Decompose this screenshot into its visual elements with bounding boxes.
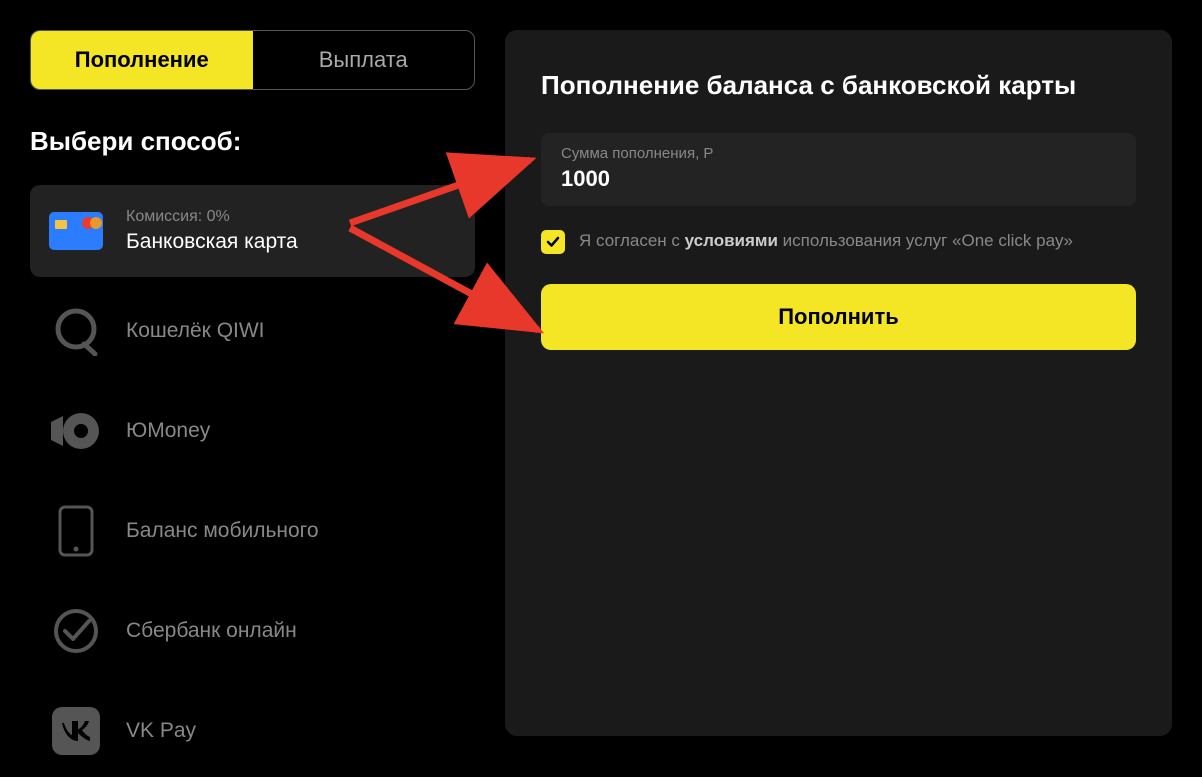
sberbank-icon xyxy=(48,603,104,659)
method-label: Банковская карта xyxy=(126,230,298,254)
method-commission: Комиссия: 0% xyxy=(126,208,298,226)
section-title: Выбери способ: xyxy=(30,126,475,157)
left-panel: Пополнение Выплата Выбери способ: Комисс… xyxy=(30,30,475,736)
panel-title: Пополнение баланса с банковской карты xyxy=(541,70,1136,101)
check-icon xyxy=(545,234,561,250)
tab-deposit[interactable]: Пополнение xyxy=(31,31,253,89)
method-label: Баланс мобильного xyxy=(126,519,319,543)
amount-label: Сумма пополнения, Р xyxy=(561,145,1116,162)
method-bank-card[interactable]: Комиссия: 0% Банковская карта xyxy=(30,185,475,277)
mobile-icon xyxy=(48,503,104,559)
method-list: Комиссия: 0% Банковская карта Кошелёк QI… xyxy=(30,185,475,777)
vk-icon xyxy=(48,703,104,759)
qiwi-icon xyxy=(48,303,104,359)
right-panel: Пополнение баланса с банковской карты Су… xyxy=(505,30,1172,736)
consent-text: Я согласен с условиями использования усл… xyxy=(579,228,1073,254)
submit-button[interactable]: Пополнить xyxy=(541,284,1136,350)
bank-card-icon xyxy=(48,203,104,259)
method-label: Сбербанк онлайн xyxy=(126,619,297,643)
amount-input-wrap[interactable]: Сумма пополнения, Р xyxy=(541,133,1136,206)
method-qiwi[interactable]: Кошелёк QIWI xyxy=(30,285,475,377)
method-sberbank[interactable]: Сбербанк онлайн xyxy=(30,585,475,677)
method-yoomoney[interactable]: ЮMoney xyxy=(30,385,475,477)
method-label: ЮMoney xyxy=(126,419,210,443)
tab-withdraw[interactable]: Выплата xyxy=(253,31,475,89)
yoomoney-icon xyxy=(48,403,104,459)
method-vkpay[interactable]: VK Pay xyxy=(30,685,475,777)
amount-input[interactable] xyxy=(561,166,1116,192)
consent-terms-link[interactable]: условиями xyxy=(685,231,778,250)
tabs: Пополнение Выплата xyxy=(30,30,475,90)
method-label: Кошелёк QIWI xyxy=(126,319,265,343)
method-label: VK Pay xyxy=(126,719,196,743)
method-mobile-balance[interactable]: Баланс мобильного xyxy=(30,485,475,577)
consent-checkbox[interactable] xyxy=(541,230,565,254)
consent-row: Я согласен с условиями использования усл… xyxy=(541,228,1136,254)
consent-suffix: использования услуг «One click pay» xyxy=(778,231,1073,250)
consent-prefix: Я согласен с xyxy=(579,231,685,250)
